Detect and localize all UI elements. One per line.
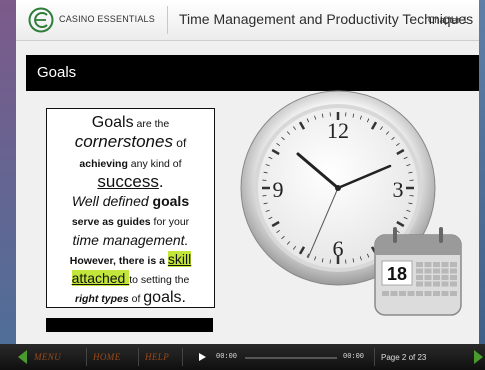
text-fragment: to setting the (129, 273, 190, 286)
text-well-defined: Well defined (71, 193, 153, 210)
calendar-cell (416, 262, 423, 267)
logo-icon (28, 7, 54, 33)
progress-track[interactable] (245, 357, 337, 359)
calendar-cell (416, 275, 423, 280)
time-current: 00:00 (216, 353, 238, 361)
text-fragment: are the (133, 118, 170, 130)
calendar-icon: 18 (374, 227, 462, 316)
calendar-cell (450, 268, 457, 274)
text-cornerstones: cornerstones (74, 132, 173, 152)
text-attached: attached (71, 269, 130, 286)
home-button[interactable]: HOME (93, 352, 121, 362)
prev-arrow-icon[interactable] (18, 350, 27, 364)
text-achieving: achieving (79, 157, 128, 170)
text-fragment: any kind of (127, 157, 182, 170)
page-indicator: Page 2 of 23 (381, 353, 427, 362)
text-fragment: for your (150, 216, 190, 229)
clock-number-3: 3 (393, 177, 404, 202)
text-right-types: right types (75, 293, 129, 306)
text-goals: Goals (91, 114, 134, 131)
nav-separator (138, 348, 139, 366)
brand-name: CASINO ESSENTIALS (59, 14, 155, 24)
calendar-cell (382, 291, 389, 296)
calendar-cell (399, 291, 406, 296)
calendar-cell (416, 281, 423, 287)
text-fragment: of (128, 293, 144, 306)
slide-title: Goals (37, 64, 77, 81)
menu-button[interactable]: MENU (34, 352, 61, 362)
calendar-cell (433, 281, 440, 287)
nav-separator (374, 348, 375, 366)
text-however: However, there is a (69, 254, 168, 267)
calendar-cell (433, 291, 440, 296)
slide-title-bar: Goals (26, 55, 479, 91)
right-frame (479, 0, 485, 344)
calendar-cell (424, 262, 432, 267)
black-strip (46, 318, 213, 332)
calendar-cell (441, 275, 449, 280)
header-divider (167, 6, 168, 34)
course-header: CASINO ESSENTIALS Time Management and Pr… (16, 0, 479, 41)
calendar-cell (450, 281, 457, 287)
calendar-cell (441, 268, 449, 274)
text-fragment: of (172, 136, 187, 151)
clock-center (335, 185, 341, 191)
next-arrow-icon[interactable] (474, 350, 483, 364)
text-skill: skill (167, 250, 192, 267)
calendar-cell (424, 268, 432, 274)
clock-number-12: 12 (327, 118, 349, 143)
clock-number-9: 9 (273, 177, 284, 202)
text-time-management: time management. (72, 231, 189, 248)
nav-separator (182, 348, 183, 366)
calendar-cell (424, 275, 432, 280)
slide: CASINO ESSENTIALS Time Management and Pr… (16, 0, 479, 344)
calendar-cell (450, 275, 457, 280)
calendar-cell (424, 291, 432, 296)
calendar-cell (424, 281, 432, 287)
calendar-day: 18 (387, 264, 407, 284)
text-serve: serve as guides (71, 216, 151, 229)
calendar-cell (407, 291, 415, 296)
goals-text-box: Goals are the cornerstones of achieving … (46, 108, 215, 308)
text-success: success (97, 171, 159, 191)
time-total: 00:00 (343, 353, 365, 361)
calendar-cell (433, 262, 440, 267)
calendar-cell (416, 291, 423, 296)
calendar-cell (441, 291, 449, 296)
play-icon[interactable] (199, 353, 206, 361)
left-frame (0, 0, 16, 344)
text-fragment: . (158, 171, 164, 191)
calendar-cell (433, 268, 440, 274)
calendar-cell (450, 291, 457, 296)
text-goals-bold: goals (152, 193, 190, 210)
calendar-cell (433, 275, 440, 280)
calendar-cell (416, 268, 423, 274)
calendar-cell (450, 262, 457, 267)
clock-number-6: 6 (333, 236, 344, 261)
player-control-bar: MENU HOME HELP 00:00 00:00 Page 2 of 23 (0, 344, 485, 370)
nav-separator (86, 348, 87, 366)
text-goals-end: goals. (143, 289, 186, 307)
help-button[interactable]: HELP (145, 352, 169, 362)
chapter-label: Chapter 1 (428, 15, 468, 25)
calendar-cell (441, 262, 449, 267)
calendar-cell (390, 291, 398, 296)
calendar-cell (441, 281, 449, 287)
